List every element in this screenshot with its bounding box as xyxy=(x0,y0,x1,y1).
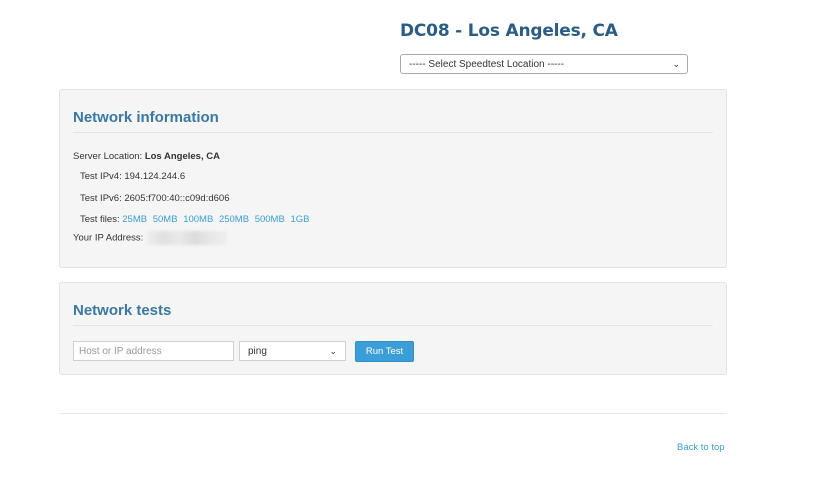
test-tool-select[interactable]: ping ⌄ xyxy=(239,341,346,361)
server-location-value: Los Angeles, CA xyxy=(144,151,220,162)
test-files-label: Test files: xyxy=(80,214,120,225)
redacted-ip-address xyxy=(147,231,228,245)
test-ipv6-label: Test IPv6: xyxy=(80,193,122,204)
test-file-link-500mb[interactable]: 500MB xyxy=(255,214,285,225)
page-title: DC08 - Los Angeles, CA xyxy=(400,21,618,41)
back-to-top-link[interactable]: Back to top xyxy=(677,442,725,453)
test-ipv4-label: Test IPv4: xyxy=(80,171,122,182)
panel-divider xyxy=(73,325,713,326)
test-ipv6-row: Test IPv6: 2605:f700:40::c09d:d606 xyxy=(80,193,229,204)
test-file-link-250mb[interactable]: 250MB xyxy=(219,214,249,225)
network-tests-panel: Network tests ping ⌄ Run Test xyxy=(59,282,727,375)
your-ip-label: Your IP Address: xyxy=(73,232,144,244)
test-ipv6-value: 2605:f700:40::c09d:d606 xyxy=(124,193,230,204)
test-files-row: Test files: 25MB 50MB 100MB 250MB 500MB … xyxy=(80,214,312,225)
server-location-row: Server Location: Los Angeles, CA xyxy=(73,151,220,162)
speedtest-location-select[interactable]: ----- Select Speedtest Location ----- ⌄ xyxy=(400,54,688,74)
network-information-panel: Network information Server Location: Los… xyxy=(59,89,727,268)
panel-divider xyxy=(73,132,713,133)
footer-divider xyxy=(59,413,727,414)
run-test-button[interactable]: Run Test xyxy=(355,341,414,362)
test-ipv4-row: Test IPv4: 194.124.244.6 xyxy=(80,171,185,182)
test-tool-select-value: ping xyxy=(248,345,267,357)
server-location-label: Server Location: xyxy=(73,151,143,162)
your-ip-row: Your IP Address: xyxy=(73,231,228,245)
test-file-link-50mb[interactable]: 50MB xyxy=(153,214,178,225)
test-file-link-1gb[interactable]: 1GB xyxy=(290,214,309,225)
chevron-down-icon: ⌄ xyxy=(672,58,680,69)
chevron-down-icon: ⌄ xyxy=(329,345,337,356)
test-ipv4-value: 194.124.244.6 xyxy=(124,171,186,182)
test-file-link-100mb[interactable]: 100MB xyxy=(183,214,213,225)
host-input[interactable] xyxy=(73,341,234,361)
network-information-title: Network information xyxy=(73,109,219,126)
network-tests-title: Network tests xyxy=(73,302,172,319)
test-file-link-25mb[interactable]: 25MB xyxy=(122,214,147,225)
speedtest-location-select-value: ----- Select Speedtest Location ----- xyxy=(409,58,565,70)
